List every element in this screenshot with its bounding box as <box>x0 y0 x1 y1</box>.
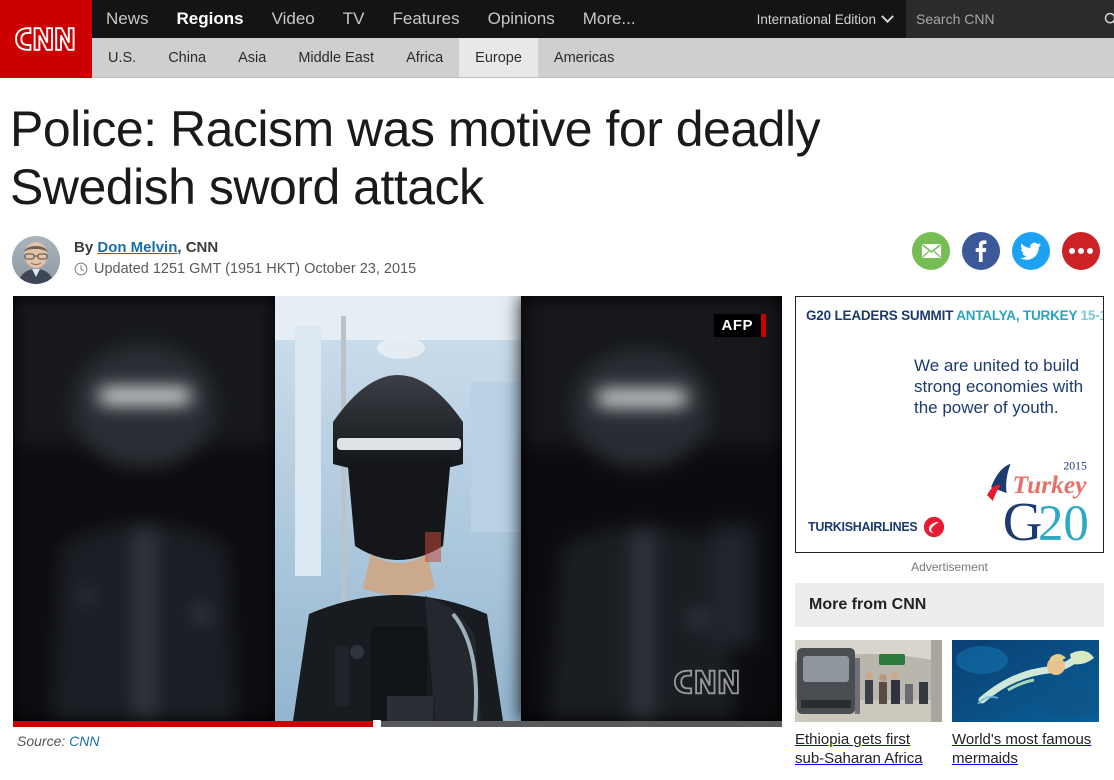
media-center-image <box>275 296 521 721</box>
g20-turkey-logo: 2015 Turkey G 20 <box>987 460 1089 546</box>
subnav-item-europe[interactable]: Europe <box>459 38 538 77</box>
share-facebook-button[interactable] <box>962 232 1000 270</box>
cnn-watermark-icon <box>673 669 739 695</box>
nav-item-opinions[interactable]: Opinions <box>474 0 569 38</box>
more-card-thumbnail <box>795 640 942 722</box>
subnav-item-americas[interactable]: Americas <box>538 38 630 77</box>
ad-headline-part1: G20 LEADERS SUMMIT <box>806 308 954 323</box>
byline-text: By Don Melvin, CNN Updated 1251 GMT (195… <box>74 236 416 277</box>
ad-airline-logo: TURKISHAIRLINES <box>808 516 945 538</box>
cnn-logo-icon <box>15 27 75 51</box>
advertisement-label: Advertisement <box>911 560 988 574</box>
more-from-cnn-grid: Ethiopia gets first sub-Saharan Africa W… <box>795 640 1104 768</box>
byline-prefix: By <box>74 239 94 256</box>
underwater-mermaid-image <box>952 640 1099 722</box>
subnav-item-asia[interactable]: Asia <box>222 38 282 77</box>
more-card-mermaids[interactable]: World's most famous mermaids <box>952 640 1099 768</box>
nav-item-tv[interactable]: TV <box>329 0 379 38</box>
twitter-icon <box>1020 242 1042 260</box>
afp-credit-badge: AFP <box>713 314 766 337</box>
media-source-caption: Source: CNN <box>13 727 782 749</box>
search-icon[interactable] <box>1103 11 1114 28</box>
more-card-ethiopia[interactable]: Ethiopia gets first sub-Saharan Africa <box>795 640 942 768</box>
ellipsis-icon <box>1069 248 1093 254</box>
video-player[interactable]: AFP <box>13 296 782 721</box>
main-column: AFP Source: CNN <box>0 296 782 768</box>
search-input[interactable] <box>916 11 1097 27</box>
masked-figure-photo <box>275 296 521 721</box>
nav-item-regions[interactable]: Regions <box>163 0 258 38</box>
region-nav-links: U.S. China Asia Middle East Africa Europ… <box>92 38 630 77</box>
more-from-cnn-header: More from CNN <box>795 583 1104 627</box>
email-icon <box>921 244 941 258</box>
nav-item-more[interactable]: More... <box>569 0 650 38</box>
avatar <box>12 236 60 284</box>
turkish-airlines-icon <box>924 516 945 538</box>
top-right-controls: International Edition <box>743 0 1114 38</box>
sidebar-column: G20 LEADERS SUMMIT ANTALYA, TURKEY 15-16… <box>795 296 1104 768</box>
byline: By Don Melvin, CNN Updated 1251 GMT (195… <box>0 216 1114 284</box>
share-email-button[interactable] <box>912 232 950 270</box>
share-buttons <box>912 232 1100 270</box>
subnav-item-africa[interactable]: Africa <box>390 38 459 77</box>
ad-slogan: We are united to build strong economies … <box>914 356 1084 418</box>
more-card-thumbnail <box>952 640 1099 722</box>
edition-label: International Edition <box>756 11 876 27</box>
svg-text:20: 20 <box>1038 496 1089 546</box>
nav-item-video[interactable]: Video <box>258 0 329 38</box>
timestamp: Updated 1251 GMT (1951 HKT) October 23, … <box>94 261 417 277</box>
svg-text:G: G <box>1003 491 1043 546</box>
author-photo <box>12 236 60 284</box>
clock-icon <box>74 262 88 276</box>
more-card-title: World's most famous mermaids <box>952 731 1092 768</box>
sub-navigation-bar: U.S. China Asia Middle East Africa Europ… <box>0 38 1114 78</box>
share-twitter-button[interactable] <box>1012 232 1050 270</box>
media-right-blur <box>521 296 782 721</box>
byline-timestamp-line: Updated 1251 GMT (1951 HKT) October 23, … <box>74 261 416 277</box>
blurred-figure-right <box>521 296 782 721</box>
source-label: Source: <box>17 733 66 749</box>
metro-train-station-image <box>795 640 942 722</box>
search-box[interactable] <box>906 0 1114 38</box>
more-card-title: Ethiopia gets first sub-Saharan Africa <box>795 731 923 768</box>
ad-airline-name: TURKISHAIRLINES <box>808 520 918 534</box>
byline-author-line: By Don Melvin, CNN <box>74 239 416 256</box>
main-nav-links: News Regions Video TV Features Opinions … <box>92 0 650 38</box>
chevron-down-icon <box>881 9 894 23</box>
subnav-item-middle-east[interactable]: Middle East <box>282 38 390 77</box>
facebook-icon <box>975 240 987 262</box>
page-title: Police: Racism was motive for deadly Swe… <box>10 101 821 215</box>
share-more-button[interactable] <box>1062 232 1100 270</box>
source-value: CNN <box>69 733 100 749</box>
ad-headline-part2: ANTALYA, TURKEY <box>956 308 1078 323</box>
content-area: AFP Source: CNN G20 LEADERS SUMMIT ANTAL… <box>0 284 1114 768</box>
cnn-logo[interactable] <box>0 0 92 78</box>
author-link[interactable]: Don Melvin <box>97 239 177 256</box>
advertisement-banner[interactable]: G20 LEADERS SUMMIT ANTALYA, TURKEY 15-16… <box>795 296 1104 553</box>
subnav-item-us[interactable]: U.S. <box>92 38 152 77</box>
top-navigation-bar: News Regions Video TV Features Opinions … <box>0 0 1114 78</box>
subnav-item-china[interactable]: China <box>152 38 222 77</box>
author-org: , CNN <box>177 239 219 256</box>
ad-headline-part3: 15-16 NOVEMBER <box>1080 308 1103 323</box>
video-scrubber-handle[interactable] <box>373 720 382 728</box>
ad-headline: G20 LEADERS SUMMIT ANTALYA, TURKEY 15-16… <box>796 297 1103 323</box>
nav-item-news[interactable]: News <box>92 0 163 38</box>
blurred-figure-left <box>13 296 275 721</box>
video-scrubber[interactable] <box>13 720 782 728</box>
media-left-blur <box>13 296 275 721</box>
nav-item-features[interactable]: Features <box>379 0 474 38</box>
edition-selector[interactable]: International Edition <box>743 0 906 38</box>
video-progress-bar <box>13 721 375 727</box>
